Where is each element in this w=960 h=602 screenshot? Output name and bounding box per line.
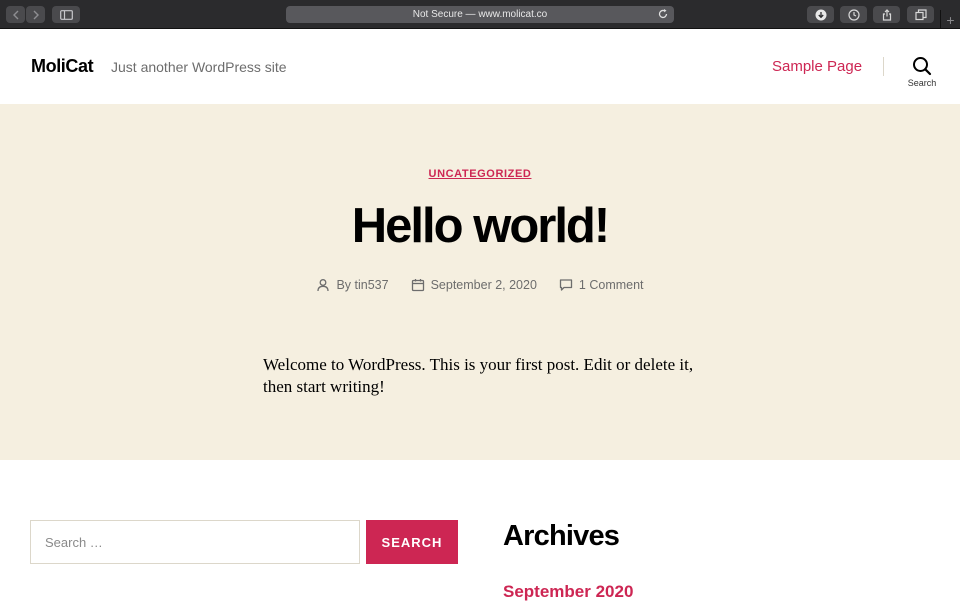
search-icon (913, 57, 932, 76)
share-icon (882, 8, 891, 21)
share-button[interactable] (873, 6, 900, 23)
search-submit-button[interactable]: SEARCH (366, 520, 458, 564)
post-author-link[interactable]: By tin537 (336, 278, 388, 292)
downloads-button[interactable] (807, 6, 834, 23)
plus-icon: + (946, 11, 955, 28)
post-hero: UNCATEGORIZED Hello world! By tin537 Sep… (0, 104, 960, 460)
post-content: Welcome to WordPress. This is your first… (263, 355, 694, 396)
post-date-link[interactable]: September 2, 2020 (431, 278, 537, 292)
new-tab-button[interactable]: + (940, 10, 960, 29)
header-divider (883, 57, 884, 76)
history-button[interactable] (840, 6, 867, 23)
search-toggle-button[interactable]: Search (900, 56, 944, 94)
post-title: Hello world! (351, 199, 610, 253)
back-icon (12, 10, 18, 19)
tabs-button[interactable] (907, 6, 934, 23)
nav-item-sample-page[interactable]: Sample Page (772, 58, 862, 75)
back-button[interactable] (6, 6, 25, 23)
calendar-icon (411, 279, 424, 292)
comment-icon (559, 279, 573, 291)
sidebar-icon (59, 9, 73, 20)
download-icon (815, 9, 826, 20)
category-link[interactable]: UNCATEGORIZED (429, 168, 532, 180)
post-comments-link[interactable]: 1 Comment (579, 278, 644, 292)
search-input[interactable] (30, 520, 360, 564)
address-bar-text: Not Secure — www.molicat.co (412, 9, 548, 20)
tabs-icon (914, 8, 927, 20)
forward-button[interactable] (26, 6, 45, 23)
site-title-link[interactable]: MoliCat (31, 56, 94, 77)
browser-toolbar: Not Secure — www.molicat.co + (0, 0, 960, 29)
site-description: Just another WordPress site (111, 59, 287, 75)
sidebar-button[interactable] (52, 6, 80, 23)
author-icon (317, 279, 330, 292)
address-bar[interactable]: Not Secure — www.molicat.co (286, 6, 674, 23)
search-toggle-label: Search (907, 78, 937, 88)
site-header: MoliCat Just another WordPress site Samp… (0, 29, 960, 104)
post-meta: By tin537 September 2, 2020 1 Comment (0, 278, 960, 292)
history-icon (847, 8, 860, 21)
archive-item-september-2020[interactable]: September 2020 (503, 582, 633, 602)
forward-icon (33, 10, 39, 19)
archives-heading: Archives (503, 520, 620, 552)
reload-icon[interactable] (657, 8, 669, 20)
